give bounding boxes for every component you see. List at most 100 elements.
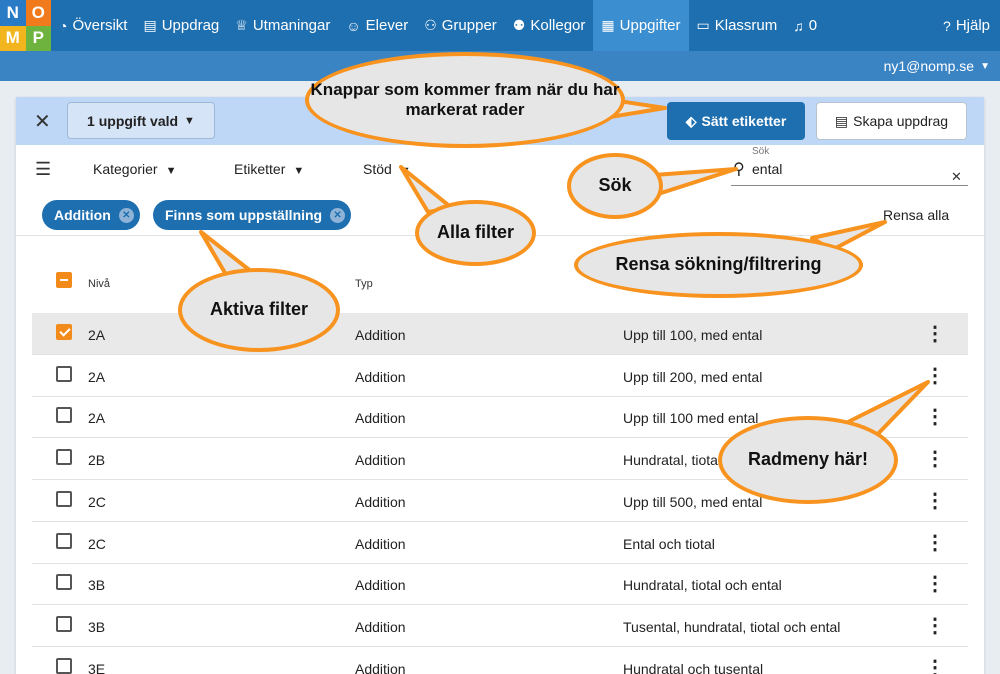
active-filter-chip[interactable]: Addition ✕ bbox=[42, 200, 140, 230]
set-tags-button[interactable]: ⬖ Sätt etiketter bbox=[667, 102, 805, 140]
nav-item-elever[interactable]: ☺ Elever bbox=[338, 0, 416, 51]
create-assignment-button[interactable]: ▤ Skapa uppdrag bbox=[816, 102, 967, 140]
nav-label: Uppgifter bbox=[619, 17, 681, 34]
row-menu-icon[interactable]: ⋮ bbox=[925, 321, 945, 346]
row-checkbox[interactable] bbox=[56, 615, 72, 632]
table-row[interactable]: 2C Addition Ental och tiotal ⋮ bbox=[32, 522, 968, 564]
select-all-checkbox[interactable] bbox=[56, 272, 72, 288]
row-checkbox[interactable] bbox=[56, 324, 72, 340]
row-menu-icon[interactable]: ⋮ bbox=[925, 363, 945, 388]
nav-item-uppdrag[interactable]: ▤ Uppdrag bbox=[135, 0, 227, 51]
logo-letter: P bbox=[25, 25, 51, 51]
selection-count-dropdown[interactable]: 1 uppgift vald ▼ bbox=[67, 102, 215, 139]
row-menu-icon[interactable]: ⋮ bbox=[925, 613, 945, 638]
row-menu-icon[interactable]: ⋮ bbox=[925, 446, 945, 471]
nav-label: Grupper bbox=[441, 17, 497, 34]
row-checkbox[interactable] bbox=[56, 574, 72, 591]
cell-type: Addition bbox=[355, 660, 406, 674]
row-checkbox[interactable] bbox=[56, 365, 72, 382]
filter-icon[interactable]: ☰ bbox=[35, 159, 51, 180]
row-menu-icon[interactable]: ⋮ bbox=[925, 655, 945, 674]
chevron-down-icon: ▼ bbox=[184, 114, 195, 127]
users-icon: ⚇ bbox=[424, 17, 437, 33]
cell-level: 3E bbox=[88, 660, 106, 674]
filter-dropdown-etiketter[interactable]: Etiketter ▼ bbox=[234, 161, 304, 177]
filter-dropdown-stod[interactable]: Stöd ▼ bbox=[363, 161, 411, 177]
table-row[interactable]: 3B Addition Hundratal, tiotal och ental ⋮ bbox=[32, 563, 968, 606]
row-checkbox[interactable] bbox=[56, 407, 72, 424]
account-menu[interactable]: ny1@nomp.se bbox=[884, 58, 974, 74]
close-icon[interactable]: ✕ bbox=[34, 109, 51, 134]
user-icon: ☺ bbox=[346, 17, 361, 34]
row-menu-icon[interactable]: ⋮ bbox=[925, 404, 945, 429]
cell-level: 2B bbox=[88, 452, 106, 469]
notifications-button[interactable]: ♫ 0 bbox=[785, 0, 825, 51]
notification-count: 0 bbox=[808, 17, 818, 34]
classroom-icon: ▭ bbox=[696, 17, 710, 33]
nav-label: Översikt bbox=[72, 17, 128, 34]
cell-description: Upp till 100, med ental bbox=[623, 327, 763, 343]
caret-down-icon: ▼ bbox=[980, 60, 990, 72]
document-icon: ▤ bbox=[834, 112, 849, 129]
search-input[interactable] bbox=[752, 161, 942, 177]
table-row[interactable]: 3E Addition Hundratal och tusental ⋮ bbox=[32, 647, 968, 674]
nav-item-klassrum[interactable]: ▭ Klassrum bbox=[689, 0, 786, 51]
row-checkbox[interactable] bbox=[56, 449, 72, 466]
selection-count-label: 1 uppgift vald bbox=[87, 112, 179, 129]
clear-search-icon[interactable]: ✕ bbox=[951, 169, 962, 185]
filter-dropdown-label: Etiketter bbox=[234, 161, 286, 177]
help-link[interactable]: ? Hjälp bbox=[935, 0, 1000, 51]
chevron-down-icon: ▼ bbox=[165, 165, 177, 177]
remove-filter-icon[interactable]: ✕ bbox=[118, 207, 134, 223]
cell-level: 3B bbox=[88, 618, 106, 635]
cell-type: Addition bbox=[355, 368, 406, 385]
table-row[interactable]: 3B Addition Tusental, hundratal, tiotal oc… bbox=[32, 605, 968, 647]
nav-label: Klassrum bbox=[714, 17, 778, 34]
table-row[interactable]: 2A Addition Upp till 100, med ental ⋮ bbox=[32, 313, 968, 355]
cell-level: 2A bbox=[88, 410, 106, 427]
nav-item-grupper[interactable]: ⚇ Grupper bbox=[416, 0, 505, 51]
row-menu-icon[interactable]: ⋮ bbox=[925, 488, 945, 513]
logo-letter: O bbox=[25, 0, 51, 26]
callout-all-filters: Alla filter bbox=[415, 200, 536, 266]
chevron-down-icon: ▼ bbox=[399, 165, 411, 177]
tasks-panel: ✕ 1 uppgift vald ▼ ⬖ Sätt etiketter ▤ Skapa… bbox=[16, 97, 984, 674]
nav-item-kollegor[interactable]: ⚉ Kollegor bbox=[505, 0, 594, 51]
nomp-logo[interactable]: N O M P bbox=[0, 0, 51, 51]
gauge-icon: ◔ bbox=[59, 17, 68, 34]
active-filter-chip[interactable]: Finns som uppställning ✕ bbox=[153, 200, 352, 230]
logo-letter: M bbox=[0, 25, 26, 51]
filter-dropdown-kategorier[interactable]: Kategorier ▼ bbox=[93, 161, 176, 177]
column-header-level: Nivå bbox=[88, 278, 111, 290]
column-header-type: Typ bbox=[355, 278, 373, 290]
row-checkbox[interactable] bbox=[56, 490, 72, 507]
row-checkbox[interactable] bbox=[56, 532, 72, 549]
row-checkbox[interactable] bbox=[56, 657, 72, 674]
cell-description: Upp till 500, med ental bbox=[623, 493, 763, 510]
nav-item-uppgifter[interactable]: ▦ Uppgifter bbox=[593, 0, 689, 51]
nav-item-oversikt[interactable]: ◔ Översikt bbox=[51, 0, 135, 51]
search-icon: ⚲ bbox=[733, 161, 745, 178]
cell-level: 2A bbox=[88, 368, 106, 385]
set-tags-label: Sätt etiketter bbox=[701, 113, 787, 129]
row-menu-icon[interactable]: ⋮ bbox=[925, 530, 945, 555]
trophy-icon: ♕ bbox=[235, 17, 248, 33]
cell-type: Addition bbox=[355, 535, 406, 552]
cell-description: Ental och tiotal bbox=[623, 535, 715, 552]
search-label: Sök bbox=[752, 146, 770, 157]
remove-filter-icon[interactable]: ✕ bbox=[330, 207, 346, 223]
question-circle-icon: ? bbox=[943, 17, 951, 34]
nav-label: Elever bbox=[365, 17, 409, 34]
cell-type: Addition bbox=[355, 493, 406, 510]
cell-type: Addition bbox=[355, 327, 406, 343]
cell-level: 2A bbox=[88, 327, 106, 343]
clear-all-link[interactable]: Rensa alla bbox=[883, 207, 949, 223]
help-label: Hjälp bbox=[955, 17, 990, 34]
callout-search: Sök bbox=[567, 153, 663, 219]
chip-label: Finns som uppställning bbox=[165, 207, 323, 223]
row-menu-icon[interactable]: ⋮ bbox=[925, 571, 945, 596]
nav-item-utmaningar[interactable]: ♕ Utmaningar bbox=[227, 0, 338, 51]
callout-buttons: Knappar som kommer fram när du har marke… bbox=[305, 52, 625, 148]
cell-description: Tusental, hundratal, tiotal och ental bbox=[623, 618, 841, 635]
table-row[interactable]: 2A Addition Upp till 200, med ental ⋮ bbox=[32, 355, 968, 397]
